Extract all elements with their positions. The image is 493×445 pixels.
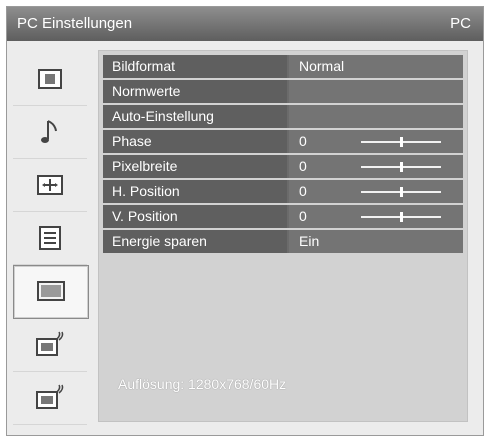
- row-value: 0: [289, 130, 463, 153]
- music-note-icon: [41, 120, 57, 143]
- row-label: Auto-Einstellung: [103, 105, 287, 128]
- row-phase[interactable]: Phase 0: [103, 130, 463, 153]
- row-value: Normal: [289, 55, 463, 78]
- settings-list-icon: [39, 226, 61, 250]
- sidebar-item-pc[interactable]: [13, 265, 89, 319]
- tv-antenna-icon: [36, 331, 64, 356]
- sidebar-item-screen[interactable]: [13, 159, 87, 212]
- sidebar-item-picture[interactable]: [13, 53, 87, 106]
- slider-knob[interactable]: [400, 162, 403, 172]
- row-value: [289, 105, 463, 128]
- h-position-slider[interactable]: [361, 187, 441, 197]
- row-label: H. Position: [103, 180, 287, 203]
- v-position-slider[interactable]: [361, 212, 441, 222]
- sidebar: [13, 53, 99, 425]
- picture-icon: [38, 69, 62, 89]
- row-value: 0: [289, 205, 463, 228]
- settings-panel: Bildformat Normal Normwerte Auto-Einstel…: [98, 50, 468, 422]
- monitor-icon: [37, 281, 65, 301]
- row-label: Energie sparen: [103, 230, 287, 253]
- tv-antenna-icon-2: [36, 384, 64, 409]
- row-label: Bildformat: [103, 55, 287, 78]
- slider-knob[interactable]: [400, 187, 403, 197]
- row-label: Normwerte: [103, 80, 287, 103]
- resolution-info: Auflösung: 1280x768/60Hz: [118, 376, 287, 392]
- row-normwerte[interactable]: Normwerte: [103, 80, 463, 103]
- screen-adjust-icon: [37, 175, 63, 195]
- phase-slider[interactable]: [361, 137, 441, 147]
- source-label: PC: [450, 15, 471, 32]
- value-number: 0: [299, 133, 307, 149]
- row-label: Phase: [103, 130, 287, 153]
- row-label: V. Position: [103, 205, 287, 228]
- menu-title: PC Einstellungen: [17, 15, 133, 32]
- value-number: 0: [299, 158, 307, 174]
- sidebar-item-tv-2[interactable]: [13, 372, 87, 425]
- value-number: 0: [299, 208, 307, 224]
- slider-knob[interactable]: [400, 212, 403, 222]
- sidebar-item-options[interactable]: [13, 212, 87, 265]
- title-bar: PC Einstellungen PC: [7, 7, 483, 41]
- value-number: 0: [299, 183, 307, 199]
- settings-list: Bildformat Normal Normwerte Auto-Einstel…: [103, 55, 463, 255]
- row-label: Pixelbreite: [103, 155, 287, 178]
- sidebar-item-sound[interactable]: [13, 106, 87, 159]
- row-auto-einstellung[interactable]: Auto-Einstellung: [103, 105, 463, 128]
- row-energie-sparen[interactable]: Energie sparen Ein: [103, 230, 463, 253]
- row-h-position[interactable]: H. Position 0: [103, 180, 463, 203]
- row-value: [289, 80, 463, 103]
- row-value: 0: [289, 180, 463, 203]
- row-value: 0: [289, 155, 463, 178]
- sidebar-item-tv[interactable]: [13, 319, 87, 372]
- row-bildformat[interactable]: Bildformat Normal: [103, 55, 463, 78]
- slider-knob[interactable]: [400, 137, 403, 147]
- row-value: Ein: [289, 230, 463, 253]
- row-pixelbreite[interactable]: Pixelbreite 0: [103, 155, 463, 178]
- pixelbreite-slider[interactable]: [361, 162, 441, 172]
- row-v-position[interactable]: V. Position 0: [103, 205, 463, 228]
